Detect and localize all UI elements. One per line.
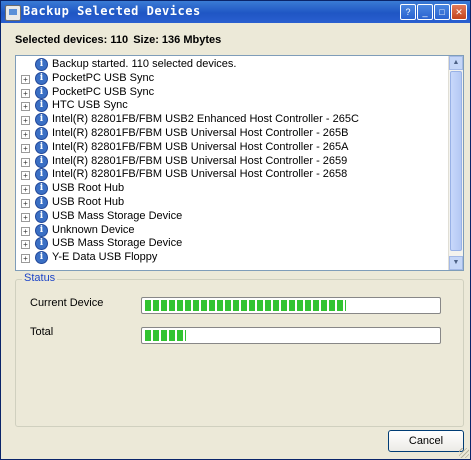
vertical-scrollbar[interactable]: ▲ ▼ <box>448 56 463 270</box>
tree-item-label: Unknown Device <box>52 223 135 236</box>
expand-icon[interactable]: + <box>21 198 30 208</box>
tree-item[interactable]: + i PocketPC USB Sync <box>16 85 446 100</box>
selection-summary: Selected devices: 110 Size: 136 Mbytes <box>15 34 223 46</box>
info-icon: i <box>35 140 48 154</box>
window-title: Backup Selected Devices <box>23 4 201 18</box>
total-progress-bar <box>141 327 441 344</box>
tree-item[interactable]: + i Intel(R) 82801FB/FBM USB2 Enhanced Hos… <box>16 113 446 127</box>
expand-icon[interactable]: + <box>21 88 30 98</box>
info-icon: i <box>35 85 48 99</box>
info-icon: i <box>35 113 48 127</box>
device-tree[interactable]: i Backup started. 110 selected devices. + i… <box>15 55 464 271</box>
app-icon <box>5 5 21 21</box>
cancel-button[interactable]: Cancel <box>388 430 464 452</box>
selected-size: Size: 136 Mbytes <box>133 34 222 46</box>
tree-item-label: PocketPC USB Sync <box>52 85 155 98</box>
expand-icon[interactable]: + <box>21 129 30 139</box>
selected-devices-count: Selected devices: 110 <box>15 34 129 46</box>
info-icon: i <box>35 209 48 223</box>
tree-item[interactable]: + i Intel(R) 82801FB/FBM USB Universal Hos… <box>16 140 446 155</box>
help-button[interactable]: ? <box>400 4 416 20</box>
tree-item-label: Backup started. 110 selected devices. <box>52 58 237 70</box>
tree-item[interactable]: + i USB Root Hub <box>16 195 446 210</box>
total-label: Total <box>30 326 54 338</box>
status-group: Status Current Device Total <box>15 272 464 427</box>
minimize-button[interactable]: _ <box>417 4 433 20</box>
title-bar[interactable]: Backup Selected Devices ? _ □ ✕ <box>1 1 470 23</box>
info-icon: i <box>35 251 48 265</box>
expand-icon[interactable]: + <box>21 102 30 112</box>
close-button[interactable]: ✕ <box>451 4 467 20</box>
scroll-up-icon[interactable]: ▲ <box>449 56 463 70</box>
total-progress-fill <box>145 330 186 341</box>
tree-item-label: USB Root Hub <box>52 182 125 195</box>
tree-item-label: Intel(R) 82801FB/FBM USB2 Enhanced Host … <box>52 113 359 126</box>
info-icon: i <box>35 237 48 251</box>
tree-item-label: USB Mass Storage Device <box>52 237 183 250</box>
expand-icon[interactable]: + <box>21 116 30 126</box>
tree-item[interactable]: + i USB Root Hub <box>16 182 446 196</box>
tree-item[interactable]: i Backup started. 110 selected devices. <box>16 58 446 72</box>
tree-item[interactable]: + i Intel(R) 82801FB/FBM USB Universal Hos… <box>16 168 446 182</box>
current-device-progress-bar <box>141 297 441 314</box>
scroll-thumb[interactable] <box>450 71 462 251</box>
tree-item-label: HTC USB Sync <box>52 99 128 112</box>
resize-grip-icon[interactable] <box>459 448 469 458</box>
info-icon: i <box>35 223 48 237</box>
current-device-progress-fill <box>145 300 346 311</box>
expand-icon[interactable]: + <box>21 143 30 153</box>
current-device-label: Current Device <box>30 297 104 309</box>
expand-icon[interactable]: + <box>21 185 30 195</box>
tree-item[interactable]: + i Unknown Device <box>16 223 446 238</box>
status-legend: Status <box>22 272 58 284</box>
expand-icon[interactable]: + <box>21 240 30 250</box>
tree-item[interactable]: + i Intel(R) 82801FB/FBM USB Universal Hos… <box>16 126 446 141</box>
expand-icon[interactable]: + <box>21 171 30 181</box>
tree-item[interactable]: + i USB Mass Storage Device <box>16 209 446 224</box>
tree-item-label: Y-E Data USB Floppy <box>52 251 158 264</box>
tree-item-label: Intel(R) 82801FB/FBM USB Universal Host … <box>52 140 349 153</box>
expand-icon[interactable]: + <box>21 212 30 222</box>
tree-item[interactable]: + i Intel(R) 82801FB/FBM USB Universal Hos… <box>16 154 446 169</box>
tree-item-label: USB Root Hub <box>52 195 125 208</box>
tree-item[interactable]: + i Y-E Data USB Floppy <box>16 251 446 265</box>
tree-item-label: USB Mass Storage Device <box>52 209 183 222</box>
info-icon: i <box>35 168 48 182</box>
info-icon: i <box>35 99 48 113</box>
tree-item-label: Intel(R) 82801FB/FBM USB Universal Host … <box>52 154 348 167</box>
tree-item[interactable]: + i PocketPC USB Sync <box>16 71 446 86</box>
scroll-down-icon[interactable]: ▼ <box>449 256 463 270</box>
info-icon: i <box>35 195 48 209</box>
expand-icon[interactable]: + <box>21 254 30 264</box>
info-icon: i <box>35 126 48 140</box>
info-icon: i <box>35 154 48 168</box>
tree-rows: i Backup started. 110 selected devices. + i… <box>16 58 446 265</box>
backup-window: Backup Selected Devices ? _ □ ✕ Selected… <box>0 0 471 460</box>
info-icon: i <box>35 182 48 196</box>
info-icon: i <box>35 71 48 85</box>
tree-item-label: Intel(R) 82801FB/FBM USB Universal Host … <box>52 168 348 181</box>
expand-icon[interactable]: + <box>21 74 30 84</box>
expand-icon[interactable]: + <box>21 157 30 167</box>
tree-item[interactable]: + i USB Mass Storage Device <box>16 237 446 251</box>
expand-icon[interactable]: + <box>21 226 30 236</box>
info-icon: i <box>35 58 48 71</box>
tree-item-label: Intel(R) 82801FB/FBM USB Universal Host … <box>52 126 349 139</box>
maximize-button[interactable]: □ <box>434 4 450 20</box>
tree-item[interactable]: + i HTC USB Sync <box>16 99 446 113</box>
tree-item-label: PocketPC USB Sync <box>52 71 155 84</box>
